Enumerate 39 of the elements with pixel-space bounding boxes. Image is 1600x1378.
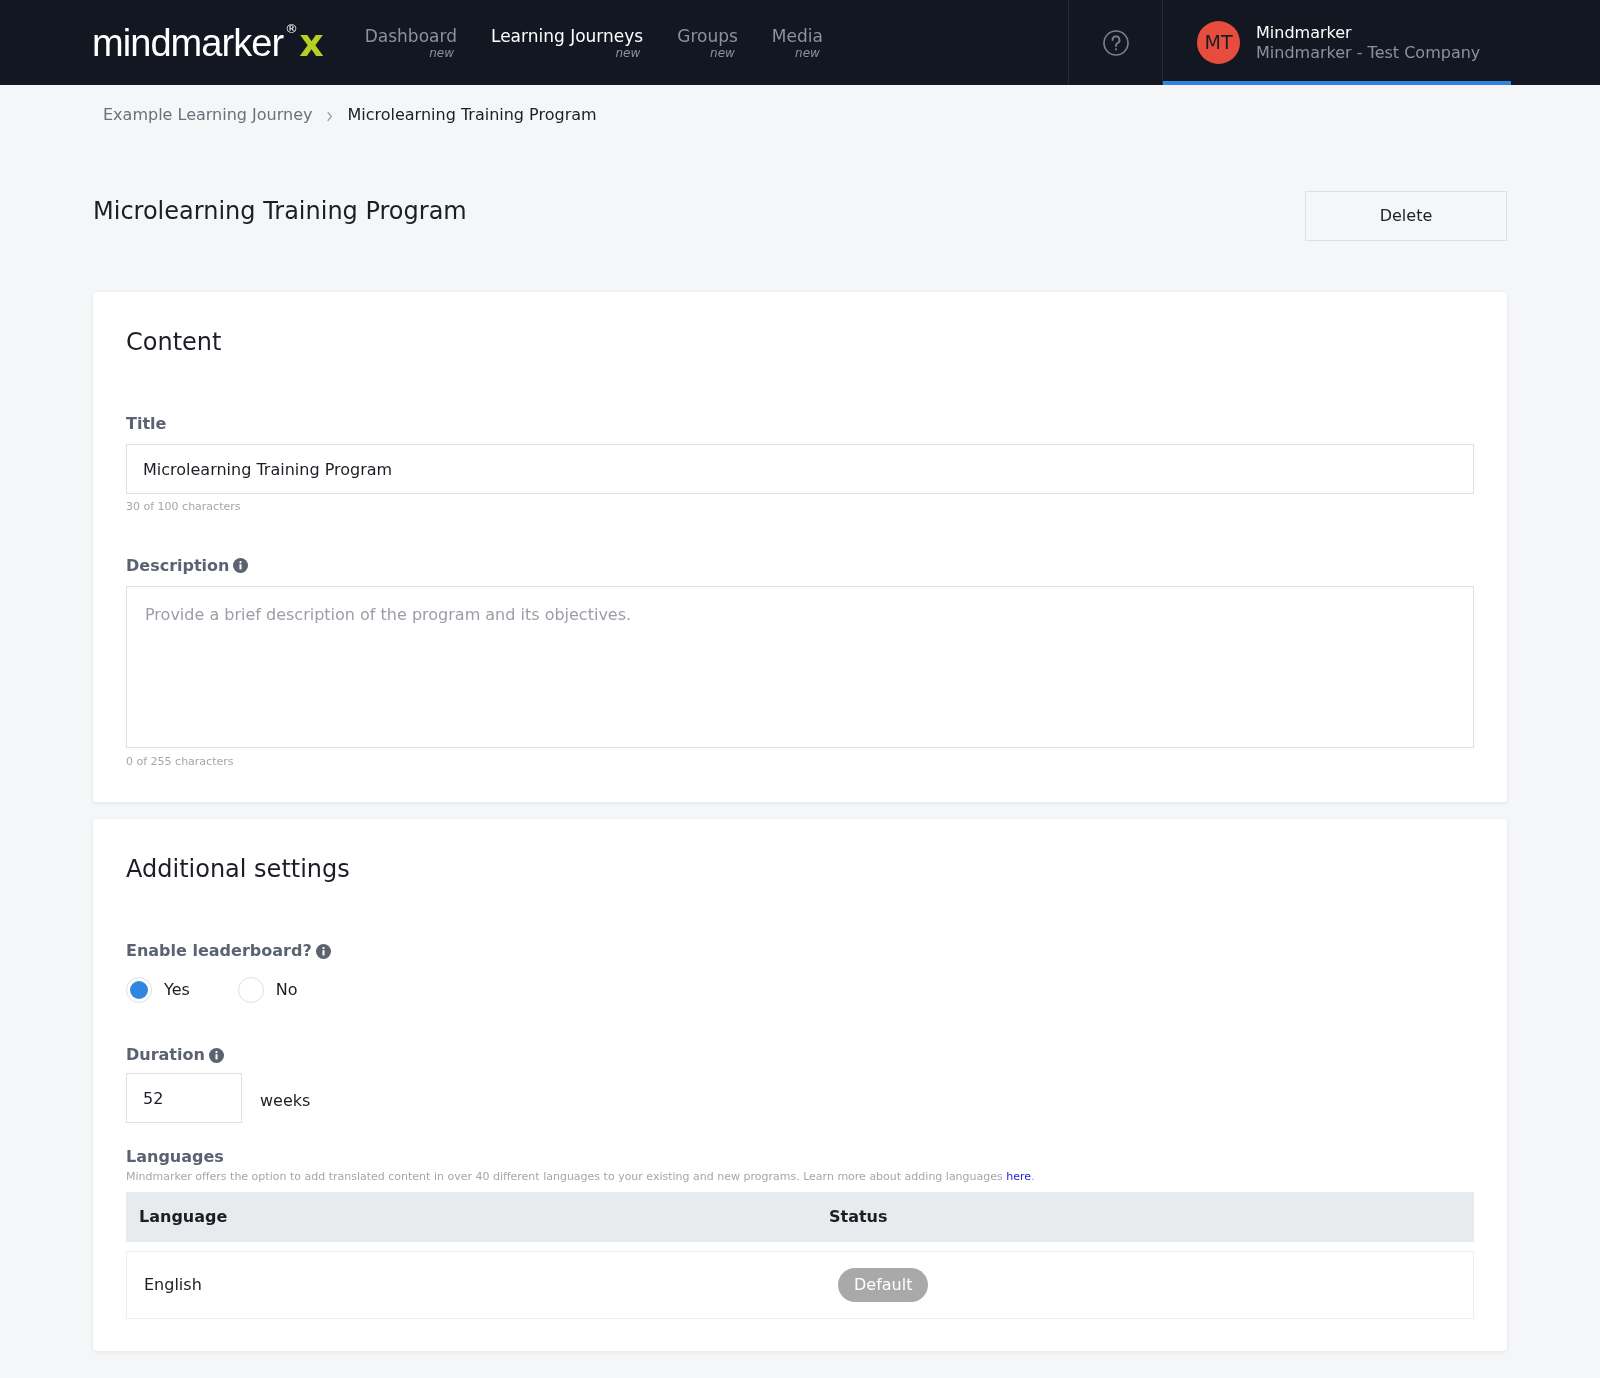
page-title: Microlearning Training Program [93, 196, 467, 227]
help-link[interactable]: here [1006, 1170, 1032, 1183]
character-counter: 30 of 100 characters [126, 499, 242, 515]
column-header: Language [139, 1205, 229, 1228]
field-label: Enable leaderboard? [126, 940, 312, 962]
help-text: Mindmarker offers the option to add translated content in over 40 different languages to your existing and new programs. Learn more about adding languages here. [126, 1169, 1036, 1185]
section-heading: Additional settings [126, 854, 351, 885]
company-name: Mindmarker - Test Company [1256, 42, 1481, 63]
radio-label[interactable]: Yes [164, 978, 190, 1002]
radio-label[interactable]: No [275, 978, 298, 1002]
table-cell-text: English [144, 1273, 203, 1296]
title-input[interactable]: Microlearning Training Program [126, 444, 1474, 494]
field-label: Description [126, 554, 230, 577]
info-icon[interactable] [233, 558, 249, 573]
column-header: Status [829, 1205, 889, 1228]
nav-tab[interactable]: Dashboard new [364, 25, 457, 60]
status-badge: Default [838, 1267, 929, 1302]
breadcrumb-link[interactable]: Example Learning Journey [103, 103, 313, 127]
field-label: Duration [126, 1044, 205, 1066]
logo[interactable]: mindmarker®x [92, 23, 323, 62]
field-label: Title [126, 413, 168, 435]
section-heading: Content [126, 327, 223, 358]
unit-label: weeks [260, 1090, 311, 1112]
nav-tab[interactable]: Groups new [677, 25, 738, 60]
duration-input[interactable]: 52 [126, 1073, 242, 1123]
description-input[interactable]: Provide a brief description of the program and its objectives. [126, 585, 1474, 748]
nav-tab[interactable]: Media new [771, 25, 823, 60]
avatar: MT [1197, 21, 1240, 64]
info-icon[interactable] [208, 1047, 224, 1063]
nav-tab[interactable]: Learning Journeys new [490, 25, 644, 60]
character-counter: 0 of 255 characters [126, 753, 235, 770]
field-label: Languages [126, 1146, 225, 1168]
account-menu[interactable]: MT Mindmarker Mindmarker - Test Company [1163, 0, 1511, 85]
help-icon[interactable] [1102, 29, 1129, 56]
breadcrumb-link[interactable]: Microlearning Training Program [347, 103, 597, 127]
chevron-icon [326, 111, 334, 122]
delete-button[interactable]: Delete [1305, 191, 1507, 241]
info-icon[interactable] [315, 943, 331, 959]
user-name: Mindmarker [1256, 22, 1353, 43]
